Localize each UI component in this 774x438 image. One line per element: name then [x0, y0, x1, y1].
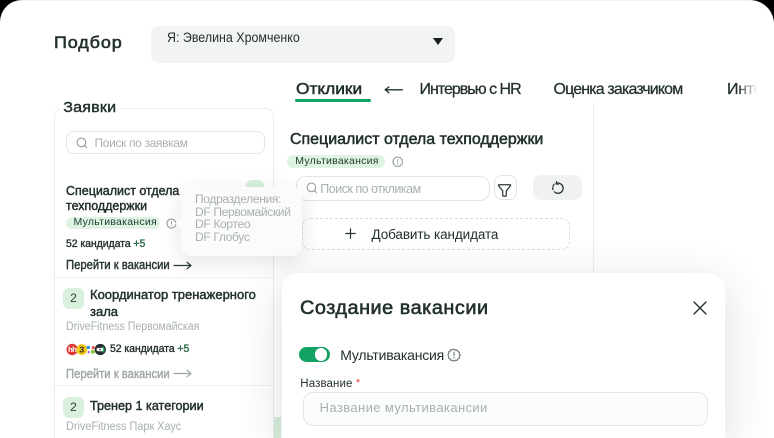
svg-text:hh: hh: [68, 345, 77, 354]
svg-text:3: 3: [79, 345, 84, 355]
